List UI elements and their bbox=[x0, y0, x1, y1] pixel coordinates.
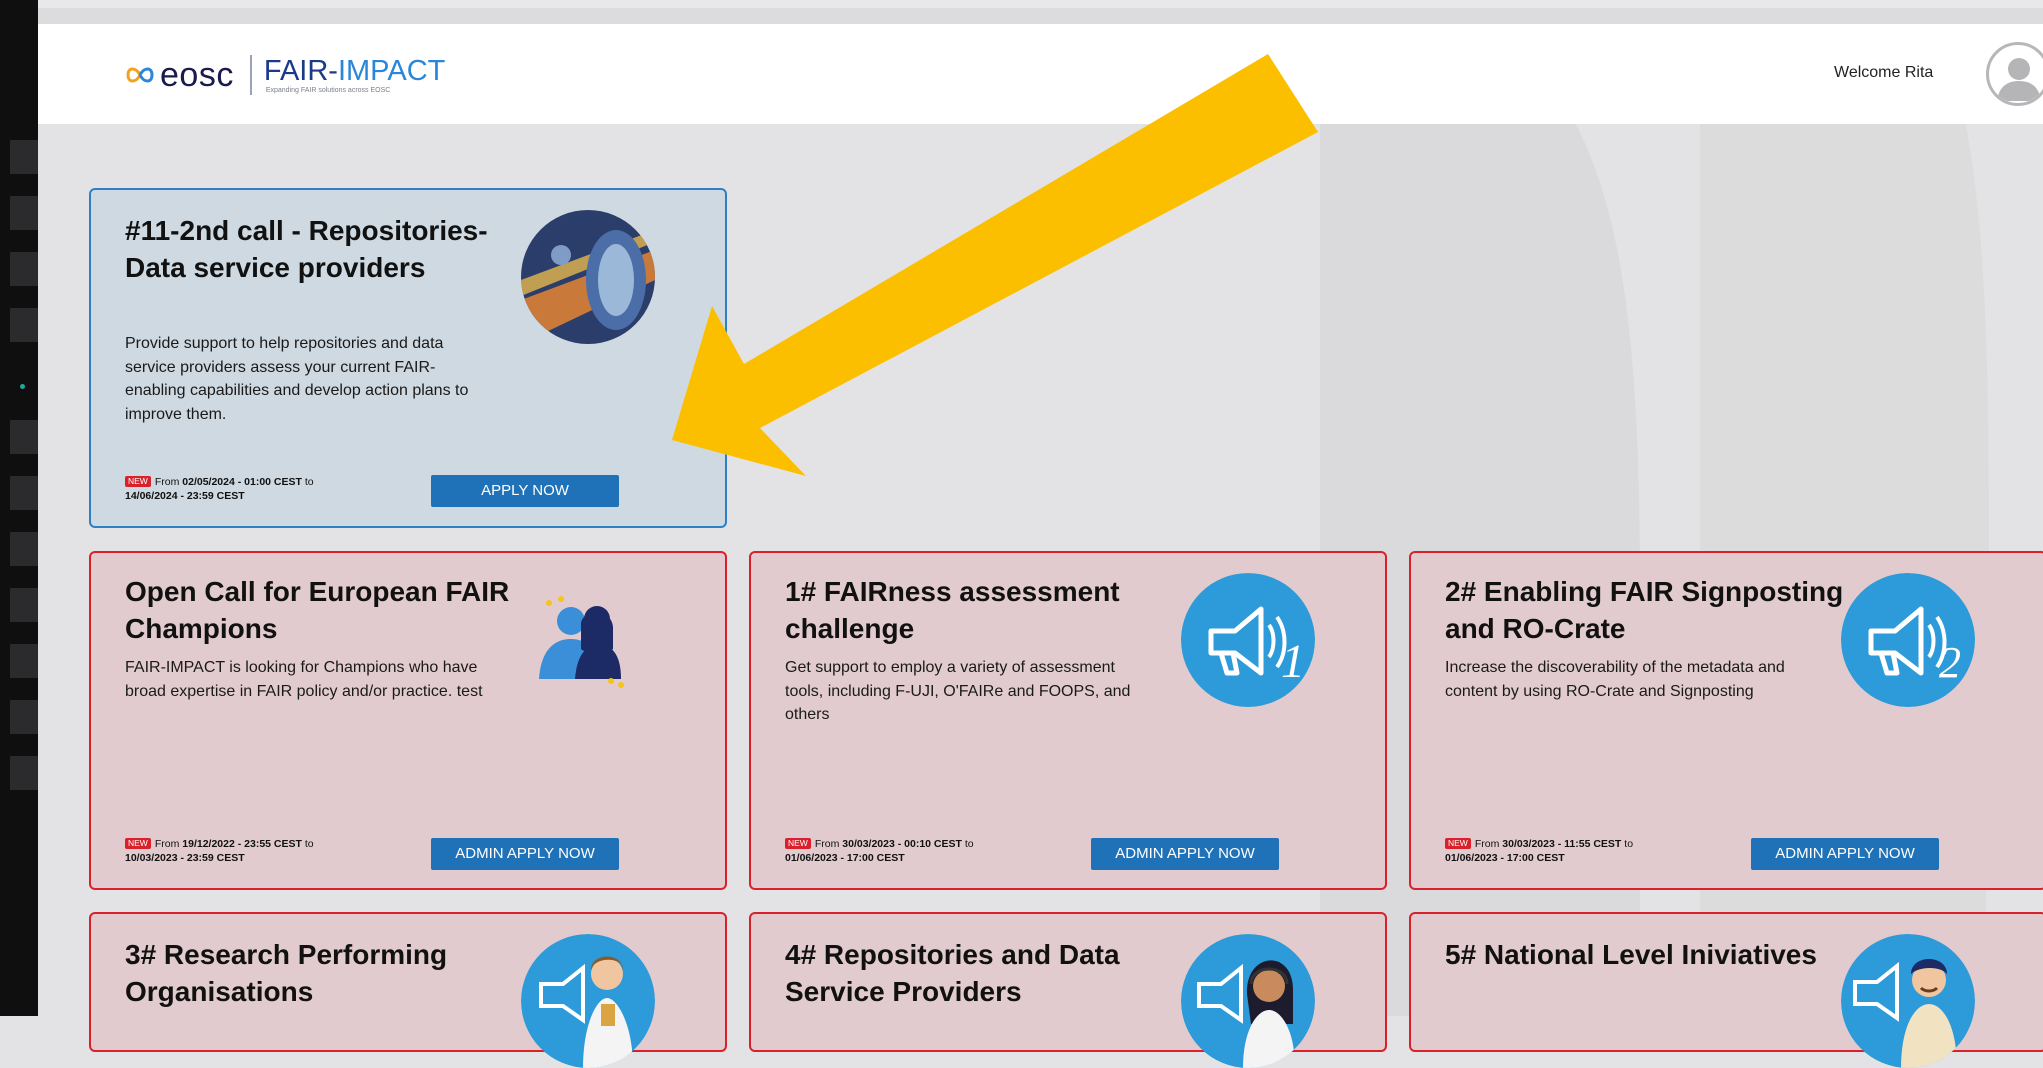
date-from-label: From bbox=[814, 838, 840, 850]
date-to-label: to bbox=[304, 838, 314, 850]
apply-now-button[interactable]: APPLY NOW bbox=[431, 475, 619, 507]
site-header: eosc FAIR-IMPACT Expanding FAIR solution… bbox=[38, 24, 2043, 124]
date-end: 01/06/2023 - 17:00 CEST bbox=[785, 852, 905, 864]
date-from-label: From bbox=[154, 476, 180, 488]
card-title: 3# Research Performing Organisations bbox=[125, 939, 448, 1007]
card-title: #11-2nd call - Repositories-Data service… bbox=[125, 215, 488, 283]
date-from-label: From bbox=[1474, 838, 1500, 850]
card-title: 2# Enabling FAIR Signposting and RO-Crat… bbox=[1445, 576, 1844, 644]
card-description: Get support to employ a variety of asses… bbox=[785, 659, 1131, 723]
call-card-11-repositories[interactable]: #11-2nd call - Repositories-Data service… bbox=[89, 188, 727, 528]
call-card-repositories-data-service-providers[interactable]: 4# Repositories and Data Service Provide… bbox=[749, 912, 1387, 1068]
data-center-photo-icon bbox=[521, 210, 655, 344]
new-badge: NEW bbox=[125, 838, 151, 849]
logo-tagline: Expanding FAIR solutions across EOSC bbox=[265, 87, 391, 94]
call-card-research-organisations[interactable]: 3# Research Performing Organisations bbox=[89, 912, 727, 1068]
champions-people-icon bbox=[521, 583, 655, 717]
date-end: 01/06/2023 - 17:00 CEST bbox=[1445, 852, 1565, 864]
call-date-range: NEW From 19/12/2022 - 23:55 CEST to 10/03… bbox=[125, 837, 385, 865]
admin-apply-now-button[interactable]: ADMIN APPLY NOW bbox=[1751, 838, 1939, 870]
date-from-label: From bbox=[154, 838, 180, 850]
call-card-fairness-assessment[interactable]: 1# FAIRness assessment challenge Get sup… bbox=[749, 551, 1387, 890]
eosc-fair-impact-logo[interactable]: eosc FAIR-IMPACT Expanding FAIR solution… bbox=[124, 52, 445, 98]
browser-top-strip bbox=[38, 0, 2043, 8]
date-start: 30/03/2023 - 11:55 CEST bbox=[1502, 838, 1622, 850]
date-start: 19/12/2022 - 23:55 CEST bbox=[182, 838, 302, 850]
megaphone-2-icon: 2 bbox=[1841, 573, 1975, 707]
new-badge: NEW bbox=[125, 476, 151, 487]
card-description: FAIR-IMPACT is looking for Champions who… bbox=[125, 659, 483, 700]
left-rail bbox=[0, 0, 38, 1016]
card-title: Open Call for European FAIR Champions bbox=[125, 576, 510, 644]
call-date-range: NEW From 30/03/2023 - 00:10 CEST to 01/06… bbox=[785, 837, 1045, 865]
call-date-range: NEW From 30/03/2023 - 11:55 CEST to 01/06… bbox=[1445, 837, 1705, 865]
active-indicator-dot bbox=[20, 384, 25, 389]
card-title: 5# National Level Iniviatives bbox=[1445, 939, 1817, 970]
megaphone-man-icon bbox=[1841, 934, 1975, 1068]
logo-divider bbox=[249, 55, 252, 95]
call-card-fair-champions[interactable]: Open Call for European FAIR Champions FA… bbox=[89, 551, 727, 890]
date-to-label: to bbox=[304, 476, 314, 488]
date-to-label: to bbox=[964, 838, 974, 850]
welcome-message: Welcome Rita bbox=[1834, 64, 1934, 81]
logo-fair-text: FAIR- bbox=[263, 55, 338, 87]
logo-eosc-text: eosc bbox=[160, 55, 234, 94]
date-end: 14/06/2024 - 23:59 CEST bbox=[125, 490, 245, 502]
fair-impact-wordmark: FAIR-IMPACT Expanding FAIR solutions acr… bbox=[264, 56, 446, 94]
megaphone-support-agent-icon bbox=[1181, 934, 1315, 1068]
admin-apply-now-button[interactable]: ADMIN APPLY NOW bbox=[431, 838, 619, 870]
date-start: 02/05/2024 - 01:00 CEST bbox=[182, 476, 302, 488]
megaphone-number: 2 bbox=[1939, 638, 1961, 687]
new-badge: NEW bbox=[1445, 838, 1471, 849]
new-badge: NEW bbox=[785, 838, 811, 849]
logo-impact-text: IMPACT bbox=[337, 55, 446, 87]
card-description: Increase the discoverability of the meta… bbox=[1445, 659, 1785, 700]
card-description: Provide support to help repositories and… bbox=[125, 335, 469, 423]
card-title: 4# Repositories and Data Service Provide… bbox=[785, 939, 1120, 1007]
call-date-range: NEW From 02/05/2024 - 01:00 CEST to 14/06… bbox=[125, 475, 385, 503]
date-end: 10/03/2023 - 23:59 CEST bbox=[125, 852, 245, 864]
date-start: 30/03/2023 - 00:10 CEST bbox=[842, 838, 962, 850]
call-card-national-level-initiatives[interactable]: 5# National Level Iniviatives bbox=[1409, 912, 2043, 1068]
megaphone-1-icon: 1 bbox=[1181, 573, 1315, 707]
card-title: 1# FAIRness assessment challenge bbox=[785, 576, 1120, 644]
browser-top-strip bbox=[38, 8, 2043, 24]
eosc-infinity-icon bbox=[124, 65, 156, 85]
megaphone-number: 1 bbox=[1281, 635, 1305, 688]
date-to-label: to bbox=[1624, 838, 1634, 850]
megaphone-researcher-icon bbox=[521, 934, 655, 1068]
user-avatar-icon[interactable] bbox=[1986, 42, 2043, 106]
call-card-signposting-ro-crate[interactable]: 2# Enabling FAIR Signposting and RO-Crat… bbox=[1409, 551, 2043, 890]
admin-apply-now-button[interactable]: ADMIN APPLY NOW bbox=[1091, 838, 1279, 870]
